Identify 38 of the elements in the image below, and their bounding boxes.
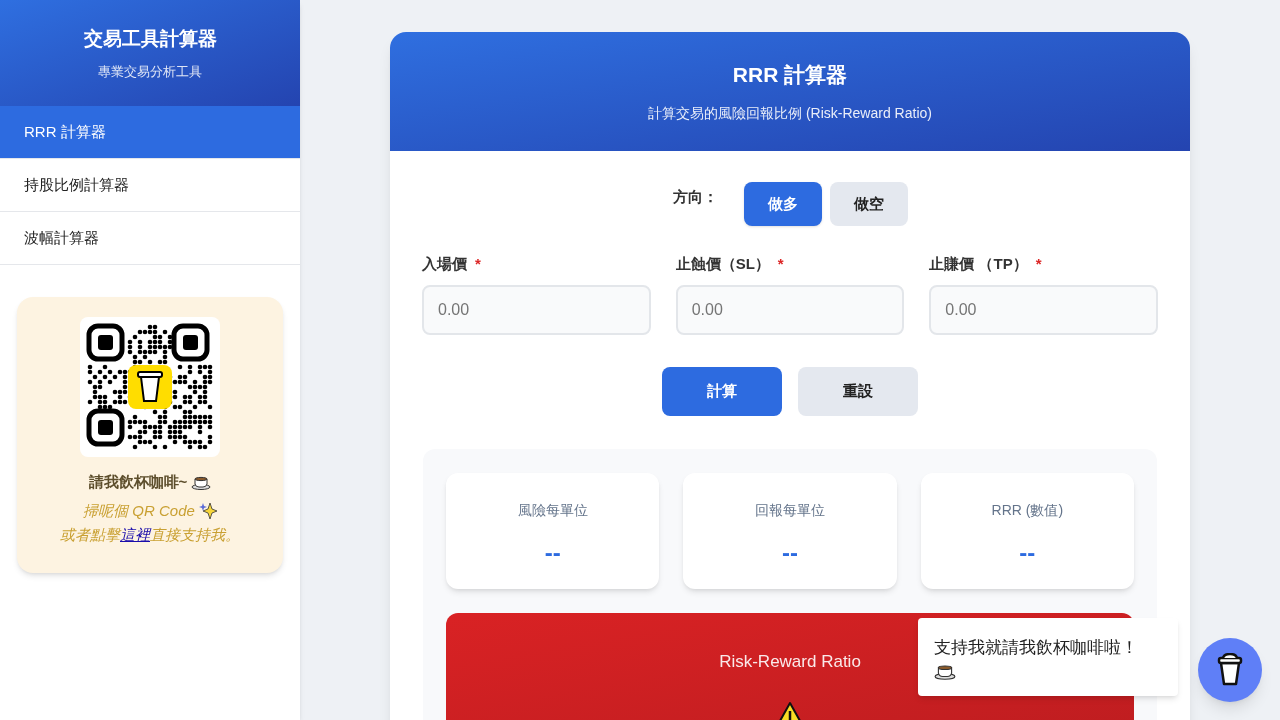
calculate-button[interactable]: 計算	[662, 367, 782, 416]
direction-toggle[interactable]: 做多	[743, 182, 822, 226]
support-heading: 請我飲杯咖啡~	[88, 472, 188, 492]
coffee-cup-icon	[934, 662, 956, 680]
support-text: 掃呢個 QR Code	[83, 500, 195, 521]
sparkle-icon	[198, 501, 217, 520]
result-label: RRR (數值)	[991, 501, 1064, 520]
price-input[interactable]: 0.00	[422, 285, 651, 335]
nav-item[interactable]: 波幅計算器	[0, 212, 300, 265]
field-label: 止賺價 （TP）	[929, 254, 1028, 274]
ratio-title: Risk-Reward Ratio	[719, 651, 861, 673]
result-value: --	[782, 538, 798, 568]
app-title: 交易工具計算器	[83, 27, 217, 51]
result-label: 回報每單位	[755, 501, 825, 520]
direction-label: 方向：	[672, 186, 718, 207]
result-value: --	[544, 538, 561, 568]
coffee-cup-icon	[1217, 653, 1243, 687]
field-label: 入場價	[422, 254, 467, 274]
reset-button[interactable]: 重設	[798, 367, 918, 416]
result-label: 風險每單位	[517, 501, 588, 520]
support-link[interactable]: 這裡	[120, 526, 150, 543]
support-text: 或者點擊這裡直接支持我。	[60, 525, 240, 545]
price-input[interactable]: 0.00	[675, 285, 905, 335]
coffee-button[interactable]	[1198, 638, 1262, 702]
result-value: --	[1019, 538, 1036, 568]
popup-message: 支持我就請我飲杯咖啡啦！	[934, 637, 1139, 659]
price-input[interactable]: 0.00	[929, 285, 1158, 335]
required-mark: *	[475, 254, 481, 274]
required-mark: *	[1035, 254, 1042, 274]
calculator-subtitle: 計算交易的風險回報比例 (Risk-Reward Ratio)	[648, 103, 932, 123]
nav-item[interactable]: 持股比例計算器	[0, 159, 300, 212]
app-subtitle: 專業交易分析工具	[98, 62, 202, 81]
field-label: 止蝕價（SL）	[675, 254, 770, 274]
calculator-title: RRR 計算器	[732, 62, 848, 89]
coffee-cup-icon	[191, 474, 212, 491]
required-mark: *	[777, 254, 784, 274]
nav-item[interactable]: RRR 計算器	[0, 106, 300, 159]
direction-toggle[interactable]: 做空	[829, 182, 908, 226]
